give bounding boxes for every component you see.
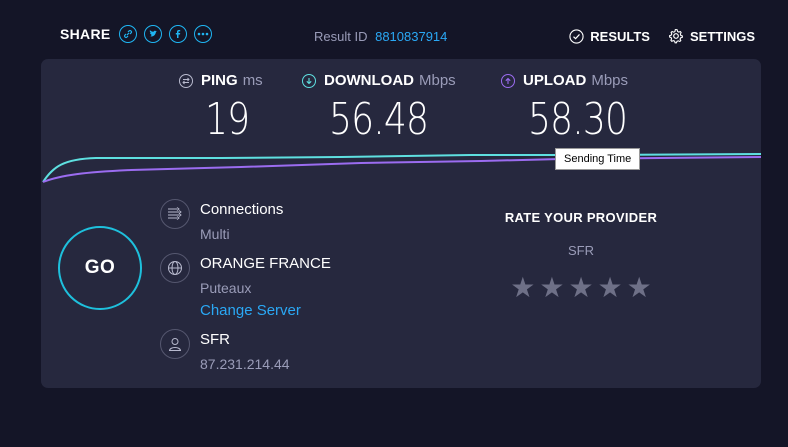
facebook-icon[interactable]: [168, 25, 187, 43]
results-link[interactable]: RESULTS: [569, 29, 650, 44]
server-info: ORANGE FRANCE Puteaux Change Server: [160, 253, 331, 319]
star-icon[interactable]: ★: [539, 274, 564, 302]
ping-metric: PING ms 19: [179, 72, 263, 145]
connections-icon: [160, 199, 190, 229]
connections-value: Multi: [200, 226, 230, 242]
speed-graph: [42, 153, 761, 183]
star-icon[interactable]: ★: [510, 274, 535, 302]
top-nav: RESULTS SETTINGS: [551, 28, 755, 44]
download-metric: DOWNLOAD Mbps 56.48: [302, 72, 456, 145]
ping-unit: ms: [242, 72, 263, 89]
result-id-value[interactable]: 8810837914: [375, 29, 447, 44]
connections-info: Connections Multi: [160, 199, 283, 242]
more-icon[interactable]: [193, 25, 212, 43]
link-icon[interactable]: [118, 25, 137, 43]
download-label: DOWNLOAD: [324, 72, 414, 89]
result-id-label: Result ID: [314, 29, 368, 44]
download-icon: [302, 73, 316, 88]
share-label: SHARE: [60, 26, 111, 42]
upload-icon: [501, 73, 515, 88]
rate-provider-name: SFR: [568, 243, 594, 258]
globe-icon: [160, 253, 190, 283]
change-server-link[interactable]: Change Server: [200, 302, 331, 319]
ping-label: PING: [201, 72, 238, 89]
isp-info: SFR 87.231.214.44: [160, 329, 290, 372]
star-rating: ★ ★ ★ ★ ★: [481, 274, 681, 302]
rate-provider: RATE YOUR PROVIDER SFR ★ ★ ★ ★ ★: [481, 210, 681, 302]
rate-title: RATE YOUR PROVIDER: [504, 210, 658, 225]
star-icon[interactable]: ★: [598, 274, 623, 302]
results-label: RESULTS: [590, 28, 650, 44]
star-icon[interactable]: ★: [627, 274, 652, 302]
server-location: Puteaux: [200, 280, 252, 296]
upload-unit: Mbps: [591, 72, 629, 89]
isp-ip: 87.231.214.44: [200, 356, 290, 372]
check-circle-icon: [569, 28, 584, 44]
top-bar: SHARE Result ID 8810837914 RESULTS SETTI…: [0, 0, 788, 60]
user-icon: [160, 329, 190, 359]
go-button[interactable]: GO: [58, 226, 142, 310]
settings-link[interactable]: SETTINGS: [668, 28, 755, 44]
connections-title: Connections: [200, 201, 284, 218]
upload-metric: UPLOAD Mbps 58.30: [501, 72, 629, 145]
twitter-icon[interactable]: [143, 25, 162, 43]
share-group: SHARE: [60, 25, 219, 43]
download-unit: Mbps: [419, 72, 456, 89]
upload-graph-line: [42, 156, 761, 183]
download-value: 56.48: [329, 94, 429, 145]
settings-label: SETTINGS: [689, 28, 755, 44]
gear-icon: [669, 28, 683, 44]
upload-label: UPLOAD: [523, 72, 587, 89]
results-panel: PING ms 19 DOWNLOAD Mbps 56.48 UPLOAD Mb…: [41, 59, 761, 388]
upload-value: 58.30: [528, 94, 628, 145]
ping-value: 19: [205, 94, 250, 145]
star-icon[interactable]: ★: [568, 274, 593, 302]
ping-icon: [179, 73, 193, 88]
result-id: Result ID 8810837914: [314, 29, 447, 44]
sending-time-tooltip: Sending Time: [555, 148, 641, 170]
isp-name: SFR: [200, 331, 230, 348]
server-name: ORANGE FRANCE: [200, 255, 331, 272]
